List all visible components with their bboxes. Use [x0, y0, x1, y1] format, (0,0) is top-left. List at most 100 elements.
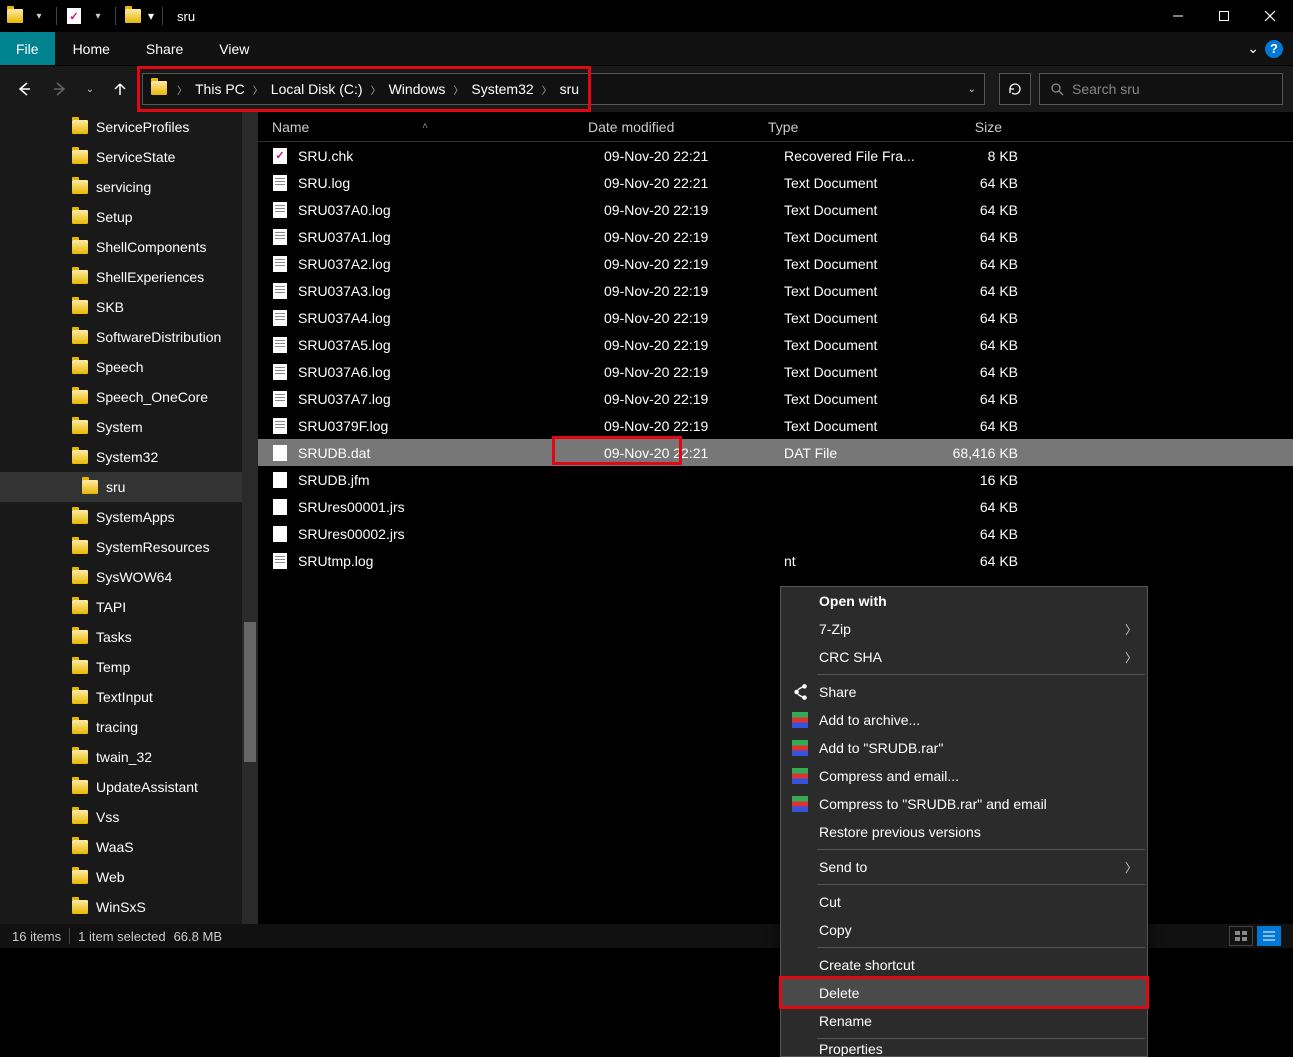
chevron-right-icon[interactable]: 〉 [538, 82, 556, 97]
file-row[interactable]: SRU037A1.log09-Nov-20 22:19Text Document… [258, 223, 1293, 250]
context-menu-item[interactable]: Compress to "SRUDB.rar" and email [781, 790, 1147, 818]
qat-dropdown-icon[interactable]: ▾ [30, 7, 48, 25]
context-menu-item[interactable]: Copy [781, 916, 1147, 944]
tree-item[interactable]: Speech [0, 352, 258, 382]
context-menu-item[interactable]: CRC SHA〉 [781, 643, 1147, 671]
context-menu-item[interactable]: Compress and email... [781, 762, 1147, 790]
ribbon-expand-icon[interactable]: ⌄ [1247, 40, 1259, 57]
context-menu-item[interactable]: Delete [781, 979, 1147, 1007]
file-row[interactable]: SRU037A3.log09-Nov-20 22:19Text Document… [258, 277, 1293, 304]
file-row[interactable]: SRU0379F.log09-Nov-20 22:19Text Document… [258, 412, 1293, 439]
address-bar[interactable]: 〉 This PC 〉 Local Disk (C:) 〉 Windows 〉 … [142, 73, 985, 105]
tree-item[interactable]: ServiceState [0, 142, 258, 172]
breadcrumb-item[interactable]: Windows [385, 81, 450, 97]
file-row[interactable]: SRU037A5.log09-Nov-20 22:19Text Document… [258, 331, 1293, 358]
maximize-button[interactable] [1201, 0, 1247, 32]
chevron-right-icon[interactable]: 〉 [449, 82, 467, 97]
file-list[interactable]: Name˄ Date modified Type Size ✓SRU.chk09… [258, 112, 1293, 924]
tree-item[interactable]: SysWOW64 [0, 562, 258, 592]
search-input[interactable]: Search sru [1039, 73, 1283, 105]
minimize-button[interactable] [1155, 0, 1201, 32]
chevron-right-icon[interactable]: 〉 [249, 82, 267, 97]
properties-icon[interactable]: ✓ [65, 7, 83, 25]
file-row[interactable]: SRU037A0.log09-Nov-20 22:19Text Document… [258, 196, 1293, 223]
tree-item[interactable]: twain_32 [0, 742, 258, 772]
context-menu-item[interactable]: Send to〉 [781, 853, 1147, 881]
tree-item[interactable]: ShellComponents [0, 232, 258, 262]
context-menu-item[interactable]: Properties [781, 1042, 1147, 1056]
context-menu-item[interactable]: Create shortcut [781, 951, 1147, 979]
refresh-button[interactable] [999, 73, 1031, 105]
context-menu-item[interactable]: Cut [781, 888, 1147, 916]
recent-locations-button[interactable]: ⌄ [82, 74, 98, 104]
file-row[interactable]: SRU037A4.log09-Nov-20 22:19Text Document… [258, 304, 1293, 331]
tree-item[interactable]: Vss [0, 802, 258, 832]
qat-dropdown-icon[interactable]: ▾ [89, 7, 107, 25]
tree-item[interactable]: Web [0, 862, 258, 892]
forward-button[interactable] [46, 74, 74, 104]
close-button[interactable] [1247, 0, 1293, 32]
tree-item[interactable]: sru [0, 472, 258, 502]
column-header-date[interactable]: Date modified [588, 119, 768, 135]
file-row[interactable]: SRU037A7.log09-Nov-20 22:19Text Document… [258, 385, 1293, 412]
file-row[interactable]: SRUtmp.lognt64 KB [258, 547, 1293, 574]
tree-item[interactable]: SystemApps [0, 502, 258, 532]
tree-item[interactable]: Setup [0, 202, 258, 232]
context-menu-item[interactable]: 7-Zip〉 [781, 615, 1147, 643]
ribbon-tab-home[interactable]: Home [55, 32, 128, 65]
context-menu-item[interactable]: Add to "SRUDB.rar" [781, 734, 1147, 762]
address-dropdown-icon[interactable]: ⌄ [968, 84, 976, 95]
back-button[interactable] [10, 74, 38, 104]
tree-item[interactable]: servicing [0, 172, 258, 202]
tree-item[interactable]: TAPI [0, 592, 258, 622]
tree-item[interactable]: TextInput [0, 682, 258, 712]
tree-item[interactable]: WaaS [0, 832, 258, 862]
context-menu-item[interactable]: Share [781, 678, 1147, 706]
tree-item[interactable]: System32 [0, 442, 258, 472]
qat-overflow-icon[interactable]: ▾ [148, 9, 154, 23]
help-icon[interactable]: ? [1265, 40, 1283, 58]
breadcrumb-item[interactable]: sru [556, 81, 583, 97]
column-header-type[interactable]: Type [768, 119, 916, 135]
ribbon-file-tab[interactable]: File [0, 32, 55, 65]
tree-item[interactable]: UpdateAssistant [0, 772, 258, 802]
scrollbar[interactable] [242, 112, 258, 924]
ribbon-tab-share[interactable]: Share [128, 32, 201, 65]
column-header-name[interactable]: Name˄ [272, 119, 588, 135]
ribbon-tab-view[interactable]: View [201, 32, 267, 65]
file-row[interactable]: SRU037A2.log09-Nov-20 22:19Text Document… [258, 250, 1293, 277]
context-menu-item[interactable]: Rename [781, 1007, 1147, 1035]
tree-item[interactable]: SoftwareDistribution [0, 322, 258, 352]
tree-item[interactable]: SKB [0, 292, 258, 322]
up-button[interactable] [106, 74, 134, 104]
chevron-right-icon[interactable]: 〉 [173, 82, 191, 97]
tree-item[interactable]: SystemResources [0, 532, 258, 562]
view-thumbnails-button[interactable] [1229, 926, 1253, 946]
file-row[interactable]: SRU.log09-Nov-20 22:21Text Document64 KB [258, 169, 1293, 196]
tree-item[interactable]: WinSxS [0, 892, 258, 922]
file-row[interactable]: SRUres00002.jrs64 KB [258, 520, 1293, 547]
view-details-button[interactable] [1257, 926, 1281, 946]
breadcrumb-item[interactable]: Local Disk (C:) [267, 81, 367, 97]
file-row[interactable]: SRUDB.jfm16 KB [258, 466, 1293, 493]
tree-item[interactable]: Temp [0, 652, 258, 682]
context-menu-item[interactable]: Add to archive... [781, 706, 1147, 734]
scrollbar-thumb[interactable] [244, 622, 256, 762]
breadcrumb-item[interactable]: System32 [467, 81, 537, 97]
file-row[interactable]: SRUDB.dat09-Nov-20 22:21DAT File68,416 K… [258, 439, 1293, 466]
tree-item[interactable]: Speech_OneCore [0, 382, 258, 412]
tree-item[interactable]: tracing [0, 712, 258, 742]
breadcrumb-item[interactable]: This PC [191, 81, 249, 97]
context-menu-item[interactable]: Restore previous versions [781, 818, 1147, 846]
file-row[interactable]: SRUres00001.jrs64 KB [258, 493, 1293, 520]
file-row[interactable]: ✓SRU.chk09-Nov-20 22:21Recovered File Fr… [258, 142, 1293, 169]
folder-tree[interactable]: ServiceProfilesServiceStateservicingSetu… [0, 112, 258, 924]
chevron-right-icon[interactable]: 〉 [367, 82, 385, 97]
tree-item[interactable]: Tasks [0, 622, 258, 652]
column-header-size[interactable]: Size [916, 119, 1012, 135]
context-menu-item[interactable]: Open with [781, 587, 1147, 615]
file-row[interactable]: SRU037A6.log09-Nov-20 22:19Text Document… [258, 358, 1293, 385]
tree-item[interactable]: ServiceProfiles [0, 112, 258, 142]
tree-item[interactable]: ShellExperiences [0, 262, 258, 292]
tree-item[interactable]: System [0, 412, 258, 442]
